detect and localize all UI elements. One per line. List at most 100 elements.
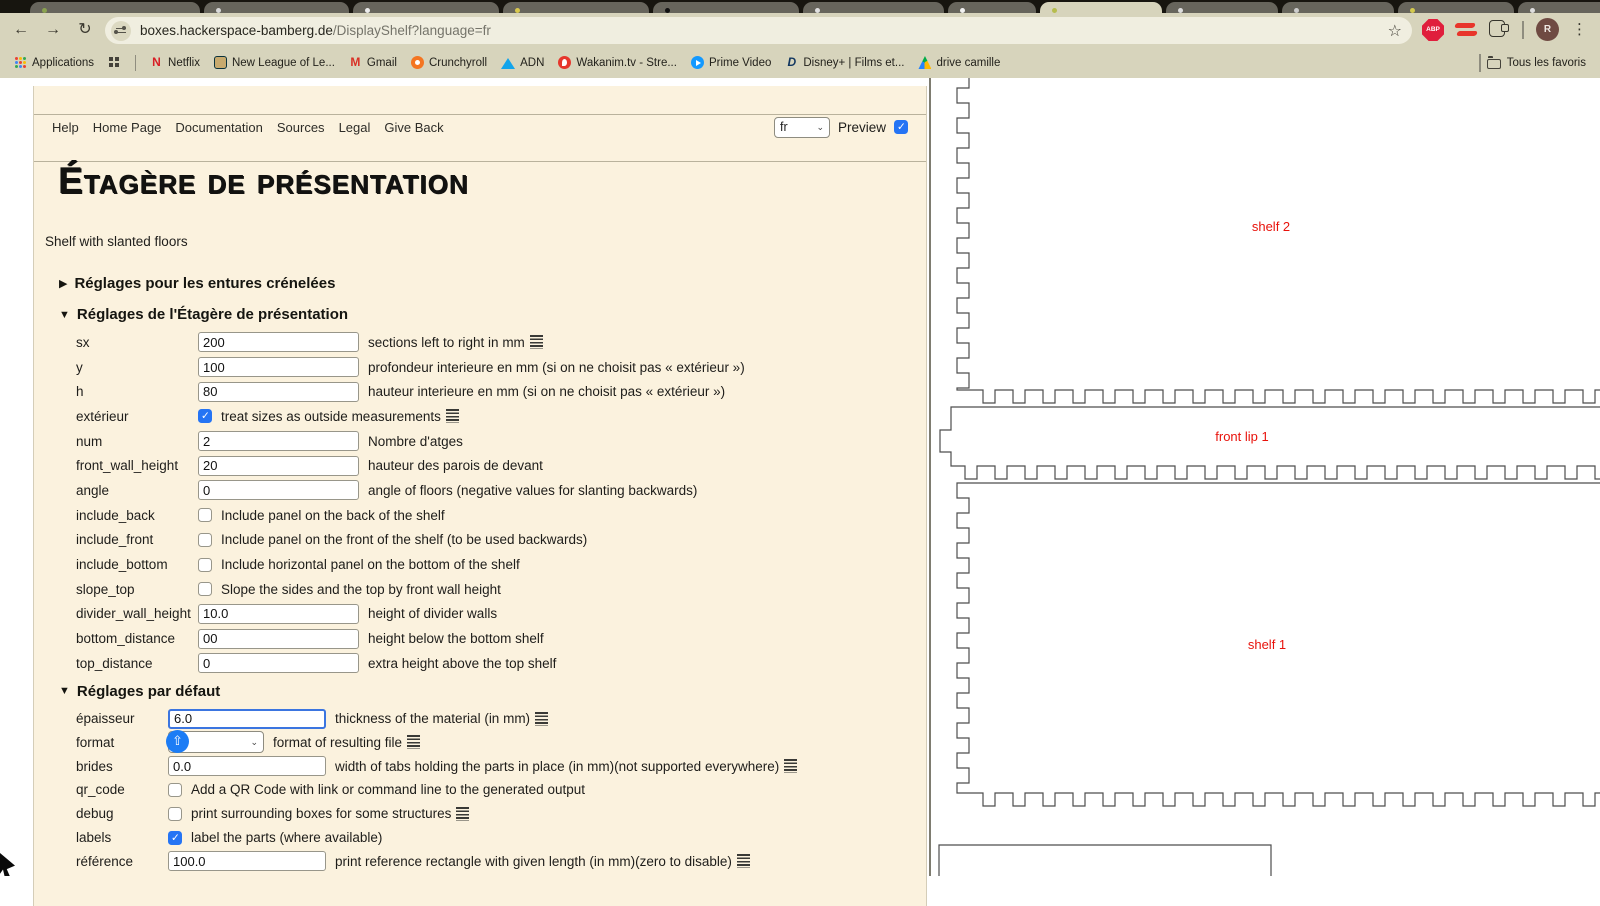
field-description: print surrounding boxes for some structu…	[191, 806, 469, 821]
address-bar[interactable]: boxes.hackerspace-bamberg.de/DisplayShel…	[105, 17, 1412, 44]
bookmark-label: Gmail	[367, 57, 397, 69]
bookmark-drive-camille[interactable]: drive camille	[918, 56, 1000, 69]
format-select[interactable]: ⇧⌄	[168, 731, 264, 753]
labels-checkbox[interactable]	[168, 831, 182, 845]
bookmark-star-icon[interactable]: ☆	[1388, 21, 1402, 41]
sx-input[interactable]	[198, 332, 359, 352]
multiline-toggle-icon[interactable]	[446, 409, 459, 423]
form-container: Help Home Page Documentation Sources Legal Gi…	[33, 86, 927, 906]
drive-icon	[918, 56, 931, 69]
référence-input[interactable]	[168, 851, 326, 871]
bookmark-label: New League of Le...	[232, 57, 335, 69]
multiline-toggle-icon[interactable]	[407, 735, 420, 749]
bookmark-disney-films-et[interactable]: DDisney+ | Films et...	[785, 56, 904, 69]
form-row-angle: angleangle of floors (negative values fo…	[34, 478, 926, 503]
extensions-icon[interactable]	[1489, 20, 1505, 37]
field-label: bottom_distance	[76, 631, 198, 646]
reload-button[interactable]: ↻	[72, 17, 98, 43]
multiline-toggle-icon[interactable]	[456, 807, 469, 821]
settings-form: ▶Réglages pour les entures crénelées▼Rég…	[34, 268, 926, 873]
nav-link-documentation[interactable]: Documentation	[175, 120, 262, 135]
section-header-defaults[interactable]: ▼Réglages par défaut	[34, 676, 926, 707]
bookmark-adn[interactable]: ADN	[501, 57, 544, 69]
include_front-checkbox[interactable]	[198, 533, 212, 547]
nav-link-help[interactable]: Help	[52, 120, 79, 135]
top_distance-input[interactable]	[198, 653, 359, 673]
num-input[interactable]	[198, 431, 359, 451]
form-row-y: yprofondeur interieure en mm (si on ne c…	[34, 355, 926, 380]
include_bottom-checkbox[interactable]	[198, 558, 212, 572]
nav-link-legal[interactable]: Legal	[339, 120, 371, 135]
vpn-extension-icon[interactable]	[1455, 23, 1477, 37]
nav-link-home-page[interactable]: Home Page	[93, 120, 162, 135]
field-description: Include panel on the front of the shelf …	[221, 532, 587, 547]
bookmark-crunchyroll[interactable]: Crunchyroll	[411, 56, 487, 69]
expanded-triangle-icon: ▼	[59, 309, 70, 321]
nav-link-give-back[interactable]: Give Back	[384, 120, 443, 135]
profile-avatar[interactable]: R	[1536, 18, 1559, 41]
include_back-checkbox[interactable]	[198, 508, 212, 522]
adblock-extension-icon[interactable]: ABP	[1422, 19, 1444, 41]
preview-pane: shelf 2front lip 1shelf 1	[931, 78, 1600, 876]
section-header-shelf[interactable]: ▼Réglages de l'Étagère de présentation	[34, 299, 926, 330]
brides-input[interactable]	[168, 756, 326, 776]
chevron-down-icon: ⌄	[250, 737, 258, 748]
divider_wall_height-input[interactable]	[198, 604, 359, 624]
field-label: top_distance	[76, 656, 198, 671]
extension-overlay-icon[interactable]: ⇧	[166, 730, 189, 753]
form-row-front_wall_height: front_wall_heighthauteur des parois de d…	[34, 453, 926, 478]
prime-icon	[691, 56, 704, 69]
bookmark-tiles[interactable]	[108, 56, 121, 69]
qr_code-checkbox[interactable]	[168, 783, 182, 797]
bookmark-label: Prime Video	[709, 57, 771, 69]
field-description: label the parts (where available)	[191, 830, 382, 845]
form-row-qr_code: qr_codeAdd a QR Code with link or comman…	[34, 778, 926, 802]
form-row-labels: labelslabel the parts (where available)	[34, 826, 926, 850]
field-label: include_bottom	[76, 557, 198, 572]
angle-input[interactable]	[198, 480, 359, 500]
multiline-toggle-icon[interactable]	[784, 759, 797, 773]
form-row-slope_top: slope_topSlope the sides and the top by …	[34, 577, 926, 602]
site-settings-icon[interactable]	[111, 21, 131, 41]
extérieur-checkbox[interactable]	[198, 409, 212, 423]
multiline-toggle-icon[interactable]	[535, 712, 548, 726]
bookmark-applications[interactable]: Applications	[14, 56, 94, 69]
front_wall_height-input[interactable]	[198, 456, 359, 476]
multiline-toggle-icon[interactable]	[737, 854, 750, 868]
field-label: format	[76, 735, 168, 750]
multiline-toggle-icon[interactable]	[530, 335, 543, 349]
bookmark-wakanim-tv-stre[interactable]: Wakanim.tv - Stre...	[558, 56, 677, 69]
field-label: y	[76, 360, 198, 375]
slope_top-checkbox[interactable]	[198, 582, 212, 596]
bookmark-gmail[interactable]: MGmail	[349, 56, 397, 69]
bottom_distance-input[interactable]	[198, 629, 359, 649]
field-label: épaisseur	[76, 711, 168, 726]
field-label: include_front	[76, 532, 198, 547]
bookmark-new-league-of-le[interactable]: New League of Le...	[214, 56, 335, 69]
back-button[interactable]: ←	[8, 17, 34, 43]
field-description: hauteur interieure en mm (si on ne chois…	[368, 384, 725, 399]
language-select[interactable]: fr⌄	[774, 117, 830, 138]
bookmark-netflix[interactable]: NNetflix	[150, 56, 200, 69]
preview-label: Preview	[838, 120, 886, 135]
field-description: sections left to right in mm	[368, 335, 543, 350]
preview-checkbox[interactable]	[894, 120, 908, 134]
disney-icon: D	[785, 56, 798, 69]
section-header-fingerjoint[interactable]: ▶Réglages pour les entures crénelées	[34, 268, 926, 299]
part-label: front lip 1	[1215, 429, 1268, 444]
all-bookmarks-button[interactable]: Tous les favoris	[1507, 57, 1586, 69]
forward-button[interactable]: →	[40, 17, 66, 43]
h-input[interactable]	[198, 382, 359, 402]
browser-menu-icon[interactable]: ⋮	[1572, 17, 1587, 43]
nav-link-sources[interactable]: Sources	[277, 120, 325, 135]
field-label: qr_code	[76, 782, 168, 797]
form-row-brides: brideswidth of tabs holding the parts in…	[34, 754, 926, 778]
field-description: treat sizes as outside measurements	[221, 409, 459, 424]
bookmark-label: drive camille	[936, 57, 1000, 69]
y-input[interactable]	[198, 357, 359, 377]
field-description: thickness of the material (in mm)	[335, 711, 548, 726]
browser-tab-strip	[0, 0, 1600, 13]
debug-checkbox[interactable]	[168, 807, 182, 821]
bookmark-prime-video[interactable]: Prime Video	[691, 56, 771, 69]
épaisseur-input[interactable]	[168, 709, 326, 729]
